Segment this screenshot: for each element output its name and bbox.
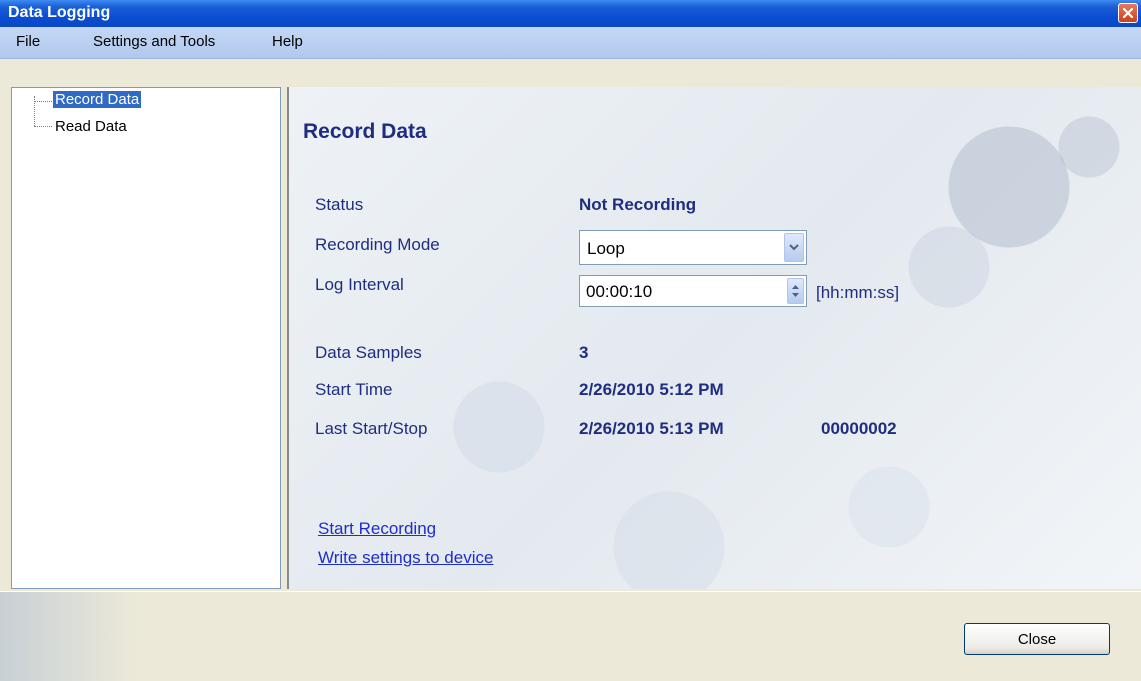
tree-item-read-data[interactable]: Read Data xyxy=(53,118,129,135)
menu-settings-and-tools[interactable]: Settings and Tools xyxy=(93,33,215,50)
close-button[interactable]: Close xyxy=(964,623,1110,655)
navigation-tree: Record Data Read Data xyxy=(11,87,281,589)
window-title: Data Logging xyxy=(8,4,111,21)
spinner-arrows[interactable] xyxy=(787,278,804,304)
spinner-arrows-icon xyxy=(792,285,799,297)
title-bar: Data Logging xyxy=(0,0,1141,27)
window-close-button[interactable] xyxy=(1118,3,1138,23)
log-interval-label: Log Interval xyxy=(315,275,404,294)
start-time-label: Start Time xyxy=(315,380,393,399)
status-label: Status xyxy=(315,195,364,214)
data-samples-label: Data Samples xyxy=(315,343,422,362)
log-interval-input[interactable] xyxy=(584,280,783,304)
recording-mode-label: Recording Mode xyxy=(315,235,440,254)
write-settings-link[interactable]: Write settings to device xyxy=(318,548,493,568)
chevron-down-icon xyxy=(789,244,799,251)
close-icon xyxy=(1122,7,1134,19)
start-recording-link[interactable]: Start Recording xyxy=(318,519,436,539)
status-value: Not Recording xyxy=(579,195,697,214)
last-start-stop-label: Last Start/Stop xyxy=(315,419,428,438)
last-start-stop-code: 00000002 xyxy=(821,419,897,438)
tree-connector xyxy=(34,126,52,127)
recording-mode-select[interactable]: Loop xyxy=(579,230,807,265)
page-title: Record Data xyxy=(303,120,427,143)
data-samples-value: 3 xyxy=(579,343,589,362)
log-interval-unit: [hh:mm:ss] xyxy=(816,283,900,302)
menu-bar: File Settings and Tools Help xyxy=(0,27,1141,59)
start-time-value: 2/26/2010 5:12 PM xyxy=(579,380,724,399)
tree-connector xyxy=(34,101,52,102)
log-interval-spinner[interactable] xyxy=(579,275,807,307)
recording-mode-value: Loop xyxy=(587,239,625,258)
dropdown-button[interactable] xyxy=(784,233,804,262)
menu-help[interactable]: Help xyxy=(272,33,303,50)
last-start-stop-value: 2/26/2010 5:13 PM xyxy=(579,419,724,438)
tree-item-record-data[interactable]: Record Data xyxy=(53,91,142,108)
menu-file[interactable]: File xyxy=(16,33,40,50)
record-data-panel: Record Data Status Not Recording Recordi… xyxy=(287,87,1141,589)
